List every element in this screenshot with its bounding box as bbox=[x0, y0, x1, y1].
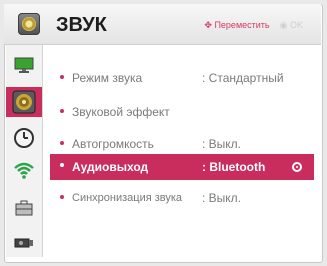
bullet-icon bbox=[60, 141, 64, 145]
wifi-icon bbox=[14, 162, 34, 179]
bullet-icon bbox=[60, 163, 64, 167]
hint-ok-label: OK bbox=[289, 20, 303, 30]
menu-item-value: : Bluetooth bbox=[202, 160, 266, 174]
menu-item-auto-volume[interactable]: Автогромкость : Выкл. bbox=[50, 132, 314, 156]
menu-item-av-sync[interactable]: Синхронизация звука : Выкл. bbox=[50, 186, 314, 210]
ok-button-icon: ◉ bbox=[279, 20, 288, 30]
sidebar-item-sound[interactable] bbox=[6, 87, 42, 117]
menu-item-label: Режим звука bbox=[72, 71, 143, 85]
menu-item-value: : Выкл. bbox=[202, 137, 242, 151]
monitor-icon bbox=[14, 57, 34, 73]
bullet-icon bbox=[60, 75, 64, 79]
menu-item-label: Звуковой эффект bbox=[72, 105, 170, 119]
sidebar-item-picture[interactable] bbox=[6, 50, 42, 80]
page-title: ЗВУК bbox=[56, 14, 107, 36]
speaker-icon bbox=[18, 13, 40, 35]
sidebar-item-network[interactable] bbox=[6, 155, 42, 185]
menu-header: ЗВУК ✥ Переместить ◉ OK bbox=[4, 4, 321, 45]
speaker-icon bbox=[12, 90, 36, 114]
bullet-icon bbox=[60, 109, 64, 113]
projector-icon bbox=[14, 238, 33, 248]
move-arrows-icon: ✥ bbox=[204, 20, 212, 30]
clock-icon bbox=[14, 128, 34, 148]
briefcase-icon bbox=[15, 200, 33, 216]
menu-item-audio-output[interactable]: Аудиовыход : Bluetooth bbox=[50, 154, 314, 180]
radio-selected-icon bbox=[292, 162, 302, 172]
menu-item-label: Синхронизация звука bbox=[72, 192, 183, 204]
bullet-icon bbox=[60, 195, 64, 199]
menu-item-value: : Выкл. bbox=[202, 191, 242, 205]
menu-item-sound-effect[interactable]: Звуковой эффект bbox=[50, 100, 314, 124]
sidebar-item-input[interactable] bbox=[6, 227, 42, 257]
sidebar-item-time[interactable] bbox=[6, 123, 42, 153]
navigation-hint: ✥ Переместить ◉ OK bbox=[204, 20, 303, 31]
menu-item-sound-mode[interactable]: Режим звука : Стандартный bbox=[50, 66, 314, 90]
category-sidebar bbox=[6, 45, 43, 257]
menu-item-label: Аудиовыход bbox=[72, 160, 149, 174]
sidebar-item-options[interactable] bbox=[6, 193, 42, 223]
menu-item-label: Автогромкость bbox=[72, 137, 154, 151]
menu-item-value: : Стандартный bbox=[202, 71, 284, 85]
hint-move-label: Переместить bbox=[214, 20, 270, 30]
